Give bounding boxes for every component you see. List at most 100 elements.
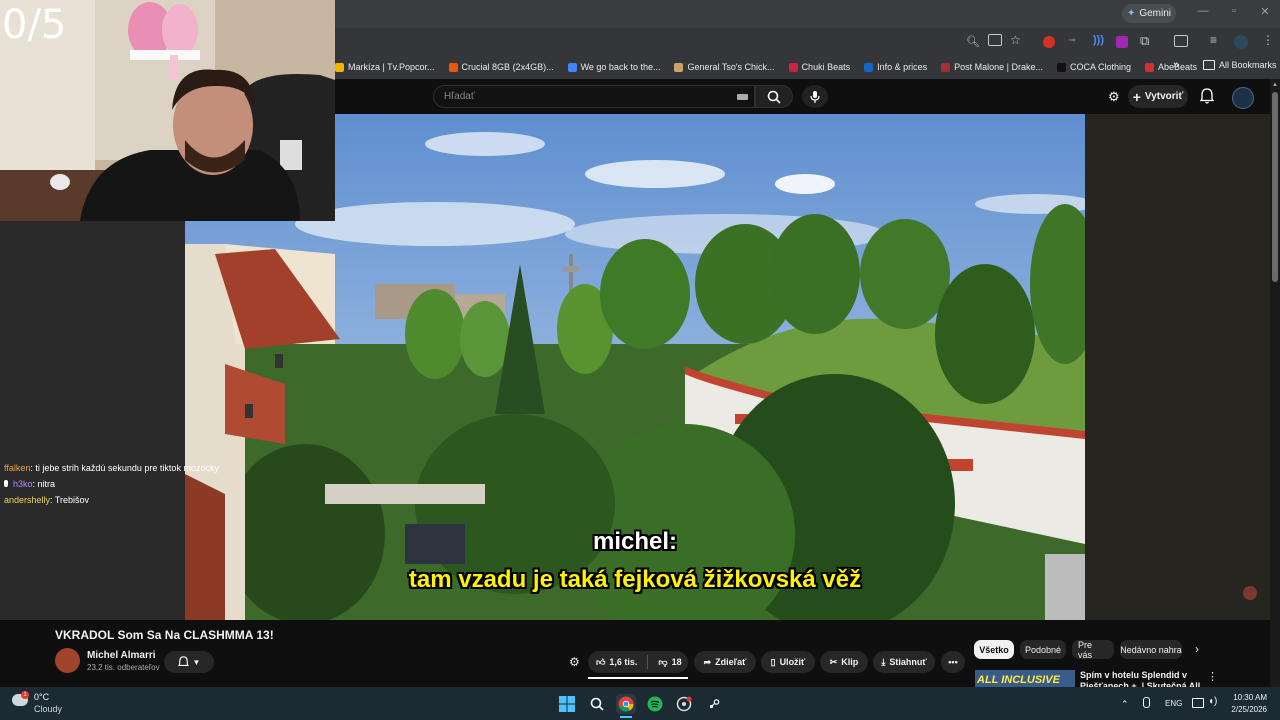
chat-message: andershelly: Trebišov bbox=[4, 495, 89, 505]
bookmarks-bar: Markíza | Tv.Popcor... Crucial 8GB (2x4G… bbox=[335, 55, 1280, 79]
network-icon[interactable] bbox=[1192, 698, 1204, 708]
bookmark-item[interactable]: COCA Clothing bbox=[1057, 62, 1131, 72]
start-menu-button[interactable] bbox=[557, 694, 577, 714]
chip-for-you[interactable]: Pre vás bbox=[1072, 640, 1114, 660]
bookmark-star-icon[interactable]: ☆ bbox=[1010, 33, 1021, 47]
bookmark-label: General Tso's Chick... bbox=[687, 62, 775, 72]
chrome-menu-icon[interactable]: ⋮ bbox=[1262, 33, 1274, 47]
bookmark-label: We go back to the... bbox=[580, 62, 661, 72]
channel-name[interactable]: Michel Almarri bbox=[87, 650, 156, 661]
floating-widget-icon[interactable] bbox=[1243, 586, 1257, 600]
bookmark-item[interactable]: Info & prices bbox=[864, 62, 927, 72]
bookmark-item[interactable]: Markíza | Tv.Popcor... bbox=[335, 62, 435, 72]
bookmark-item[interactable]: AbeBeats bbox=[1145, 62, 1197, 72]
save-button[interactable]: ▯ Uložiť bbox=[761, 651, 815, 673]
extension-purple-icon[interactable] bbox=[1116, 36, 1128, 48]
search-input[interactable]: Hľadať bbox=[433, 85, 755, 108]
search-placeholder: Hľadať bbox=[444, 91, 475, 102]
weather-temperature[interactable]: 0°C bbox=[34, 692, 49, 702]
like-dislike-group: 👍︎ 1,6 tis. 👎︎ 18 bbox=[588, 651, 688, 673]
clip-label: Klip bbox=[841, 657, 859, 667]
share-button[interactable]: ➦ Zdieľať bbox=[694, 651, 756, 673]
bookmark-label: COCA Clothing bbox=[1070, 62, 1132, 72]
like-button[interactable]: 👍︎ 1,6 tis. bbox=[596, 657, 637, 668]
search-button[interactable] bbox=[755, 85, 793, 108]
bookmark-favicon bbox=[674, 62, 684, 72]
taskbar-chrome-button[interactable] bbox=[616, 694, 636, 714]
account-avatar[interactable] bbox=[1232, 87, 1254, 109]
dislike-button[interactable]: 👎︎ 18 bbox=[658, 657, 681, 668]
chevron-down-icon: ▼ bbox=[192, 657, 201, 667]
download-icon: ⤓ bbox=[881, 656, 886, 667]
keyboard-icon[interactable] bbox=[737, 94, 748, 100]
weather-badge: 1 bbox=[21, 691, 29, 699]
side-panel-icon[interactable] bbox=[1174, 35, 1188, 47]
profile-avatar[interactable] bbox=[1234, 35, 1248, 49]
bookmark-item[interactable]: Chuki Beats bbox=[788, 62, 850, 72]
gemini-label: Gemini bbox=[1139, 8, 1172, 19]
tray-overflow-icon[interactable]: ⌃ bbox=[1121, 699, 1129, 710]
recommended-thumbnail[interactable]: ALL INCLUSIVE bbox=[975, 670, 1075, 687]
taskbar-spotify-button[interactable] bbox=[645, 694, 665, 714]
channel-avatar[interactable] bbox=[55, 648, 80, 673]
clip-button[interactable]: ✂ Klip bbox=[820, 651, 868, 673]
voice-search-button[interactable] bbox=[802, 85, 828, 108]
close-window-button[interactable]: ✕ bbox=[1256, 5, 1274, 21]
recommended-more-icon[interactable]: ⋮ bbox=[1207, 670, 1218, 683]
bell-icon bbox=[177, 656, 189, 666]
theater-side-area bbox=[1085, 114, 1270, 620]
scrollbar-thumb[interactable] bbox=[1272, 92, 1278, 282]
volume-icon[interactable]: ◖) bbox=[1208, 696, 1217, 707]
chips-next-icon[interactable]: › bbox=[1195, 642, 1199, 656]
ai-sparkle-icon[interactable]: ⚙ bbox=[569, 655, 580, 669]
search-icon bbox=[767, 90, 781, 104]
bookmark-item[interactable]: Crucial 8GB (2x4GB)... bbox=[448, 62, 554, 72]
chat-username: ffalken bbox=[4, 463, 31, 473]
taskbar-search-button[interactable] bbox=[587, 694, 607, 714]
weather-condition[interactable]: Cloudy bbox=[34, 704, 62, 714]
subscriber-count: 23,2 tis. odberateľov bbox=[87, 663, 160, 672]
gemini-button[interactable]: ✦ Gemini bbox=[1122, 4, 1176, 23]
clock-date[interactable]: 2/25/2026 bbox=[1229, 705, 1267, 714]
taskbar-steam-button[interactable] bbox=[704, 694, 724, 714]
download-button[interactable]: ⤓ Stiahnuť bbox=[873, 651, 935, 673]
notifications-bell-icon[interactable] bbox=[1199, 88, 1215, 109]
language-indicator[interactable]: ENG bbox=[1165, 699, 1182, 708]
plus-icon: + bbox=[1132, 88, 1141, 105]
tray-microphone-icon[interactable] bbox=[1143, 697, 1150, 708]
bookmarks-overflow-button[interactable]: » bbox=[1173, 59, 1179, 71]
download-label: Stiahnuť bbox=[889, 657, 927, 667]
bookmark-item[interactable]: General Tso's Chick... bbox=[674, 62, 775, 72]
bookmark-favicon bbox=[1145, 62, 1155, 72]
creator-gear-icon[interactable]: ⚙ bbox=[1108, 89, 1120, 105]
recommended-title[interactable]: Spím v hotelu Splendid v Piešťanech +. |… bbox=[1080, 670, 1200, 687]
bookmark-label: Markíza | Tv.Popcor... bbox=[348, 62, 435, 72]
zoom-icon[interactable]: 🔍︎ bbox=[966, 35, 980, 48]
more-actions-button[interactable]: ••• bbox=[941, 651, 965, 673]
maximize-button[interactable]: ▫ bbox=[1225, 5, 1243, 21]
all-bookmarks-button[interactable]: All Bookmarks bbox=[1203, 60, 1277, 70]
extension-arrow-icon[interactable]: ➟ bbox=[1068, 35, 1076, 46]
clock-time[interactable]: 10:30 AM bbox=[1233, 693, 1267, 702]
bookmark-item[interactable]: Post Malone | Drake... bbox=[941, 62, 1043, 72]
bookmark-item[interactable]: We go back to the... bbox=[567, 62, 661, 72]
save-label: Uložiť bbox=[779, 657, 806, 667]
scroll-up-icon[interactable]: ▲ bbox=[1272, 82, 1278, 88]
reading-list-icon[interactable]: ≡ bbox=[1210, 33, 1217, 47]
chip-related[interactable]: Podobné bbox=[1020, 640, 1066, 659]
extensions-puzzle-icon[interactable]: ⧉ bbox=[1140, 33, 1149, 49]
create-button[interactable]: + Vytvoriť bbox=[1128, 85, 1188, 108]
taskbar-app-button[interactable] bbox=[674, 694, 694, 714]
extension-red-icon[interactable] bbox=[1043, 36, 1055, 48]
active-app-indicator bbox=[620, 716, 632, 718]
chip-all[interactable]: Všetko bbox=[974, 640, 1014, 659]
minimize-button[interactable]: — bbox=[1194, 5, 1212, 21]
cast-icon[interactable] bbox=[988, 34, 1002, 46]
chat-username: h3ko bbox=[13, 479, 33, 489]
stream-chat bbox=[0, 221, 185, 620]
app-circle-icon bbox=[676, 696, 692, 712]
chip-recently-uploaded[interactable]: Nedávno nahra bbox=[1120, 640, 1182, 659]
bookmark-label: Post Malone | Drake... bbox=[954, 62, 1043, 72]
extension-blue-icon[interactable]: ))) bbox=[1093, 34, 1104, 46]
subscription-bell-button[interactable]: ▼ bbox=[164, 651, 214, 673]
